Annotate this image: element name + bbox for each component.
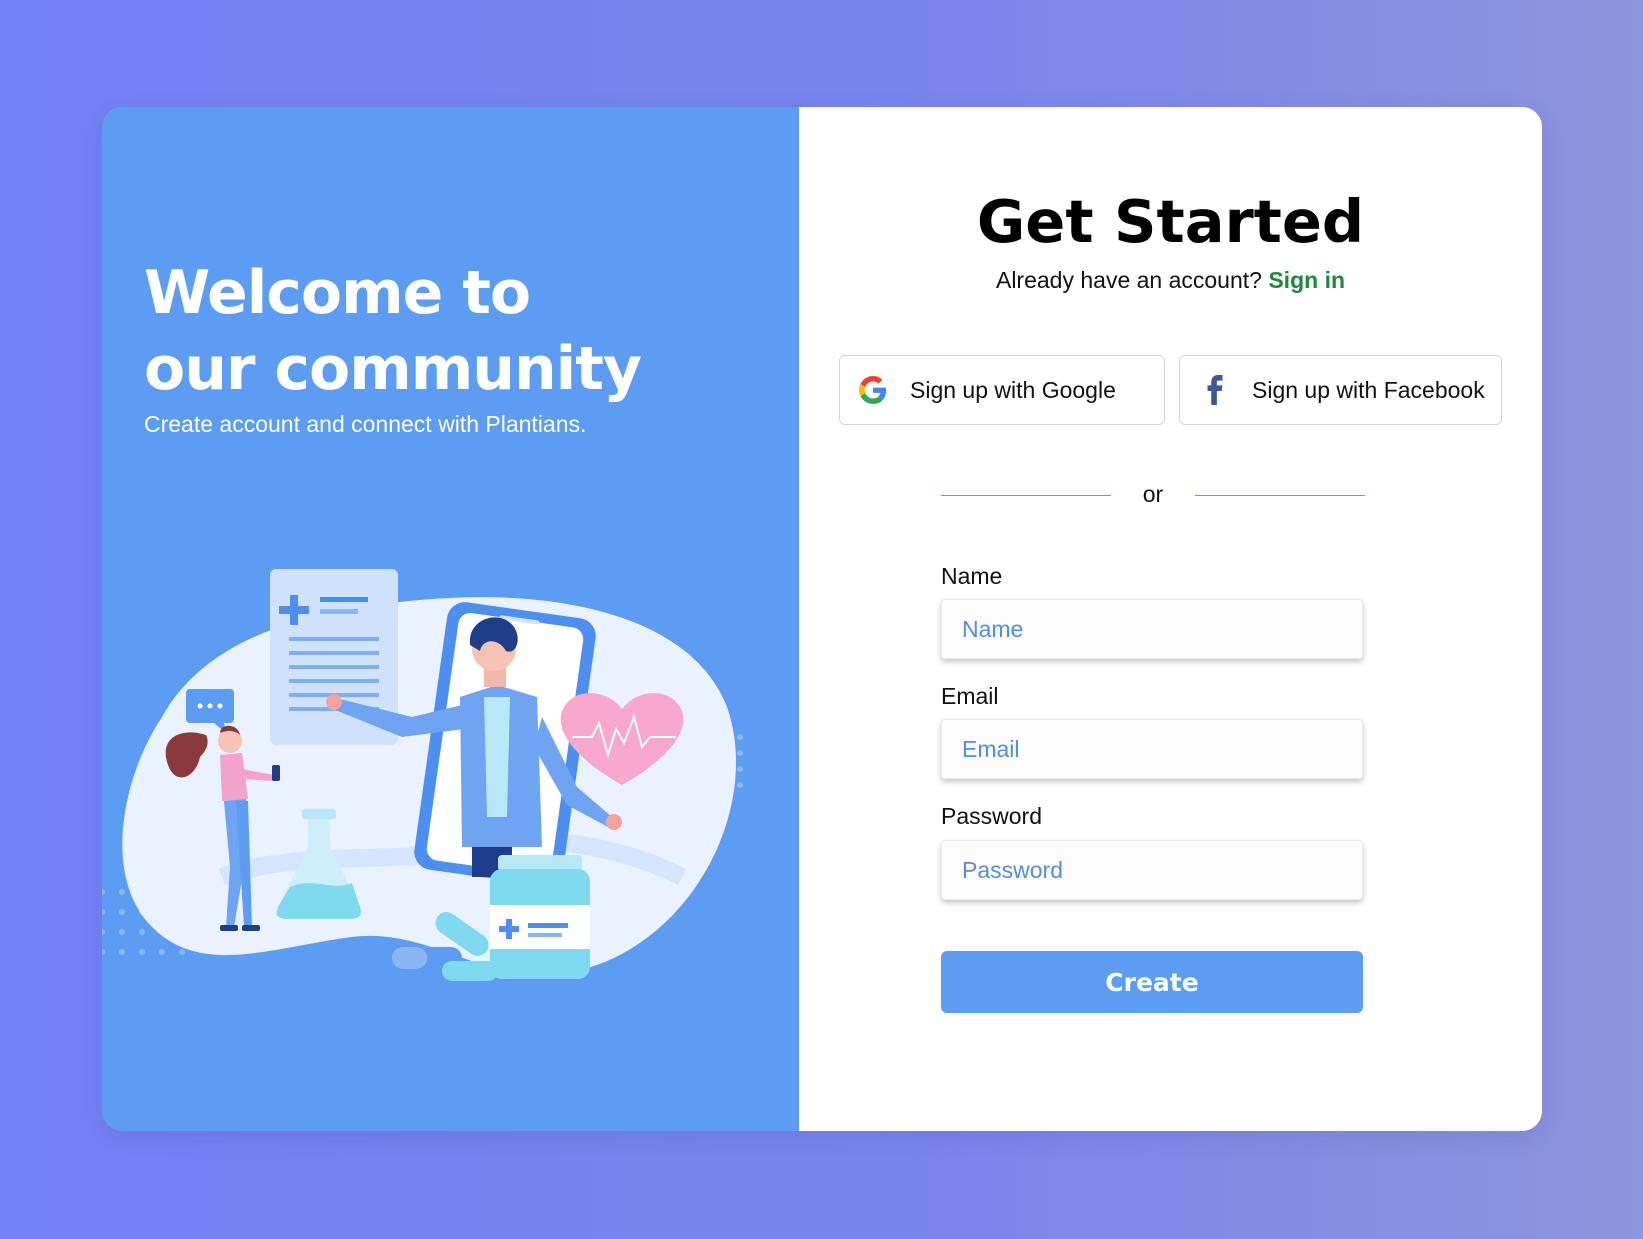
welcome-title: Welcome to our community <box>144 255 642 407</box>
google-icon <box>858 375 888 405</box>
medical-illustration <box>102 569 743 981</box>
facebook-signup-label: Sign up with Facebook <box>1252 376 1485 403</box>
password-input[interactable] <box>941 840 1363 900</box>
page-title: Get Started <box>976 187 1365 256</box>
name-input[interactable] <box>941 599 1363 659</box>
signin-prompt-text: Already have an account? <box>995 267 1262 293</box>
signin-link[interactable]: Sign in <box>1268 267 1345 293</box>
divider-line-right <box>1195 495 1365 496</box>
signin-prompt: Already have an account? Sign in <box>799 267 1542 294</box>
signup-form-panel: Get Started Already have an account? Sig… <box>799 107 1542 1131</box>
google-signup-label: Sign up with Google <box>910 376 1116 403</box>
facebook-signup-button[interactable]: Sign up with Facebook <box>1179 355 1502 425</box>
password-label: Password <box>941 803 1042 829</box>
divider-or: or <box>1142 481 1164 507</box>
welcome-panel: Welcome to our community Create account a… <box>102 107 799 1131</box>
facebook-icon <box>1200 375 1230 405</box>
create-button[interactable]: Create <box>941 951 1363 1013</box>
welcome-title-line1: Welcome to <box>144 258 531 328</box>
medicine-bottle-icon <box>490 855 590 979</box>
divider-line-left <box>941 495 1111 496</box>
welcome-subtitle: Create account and connect with Plantian… <box>144 411 587 437</box>
google-signup-button[interactable]: Sign up with Google <box>839 355 1165 425</box>
email-input[interactable] <box>941 719 1363 779</box>
name-label: Name <box>941 563 1003 589</box>
signup-card: Welcome to our community Create account a… <box>102 107 1542 1131</box>
welcome-title-line2: our community <box>144 334 642 404</box>
email-label: Email <box>941 683 999 709</box>
